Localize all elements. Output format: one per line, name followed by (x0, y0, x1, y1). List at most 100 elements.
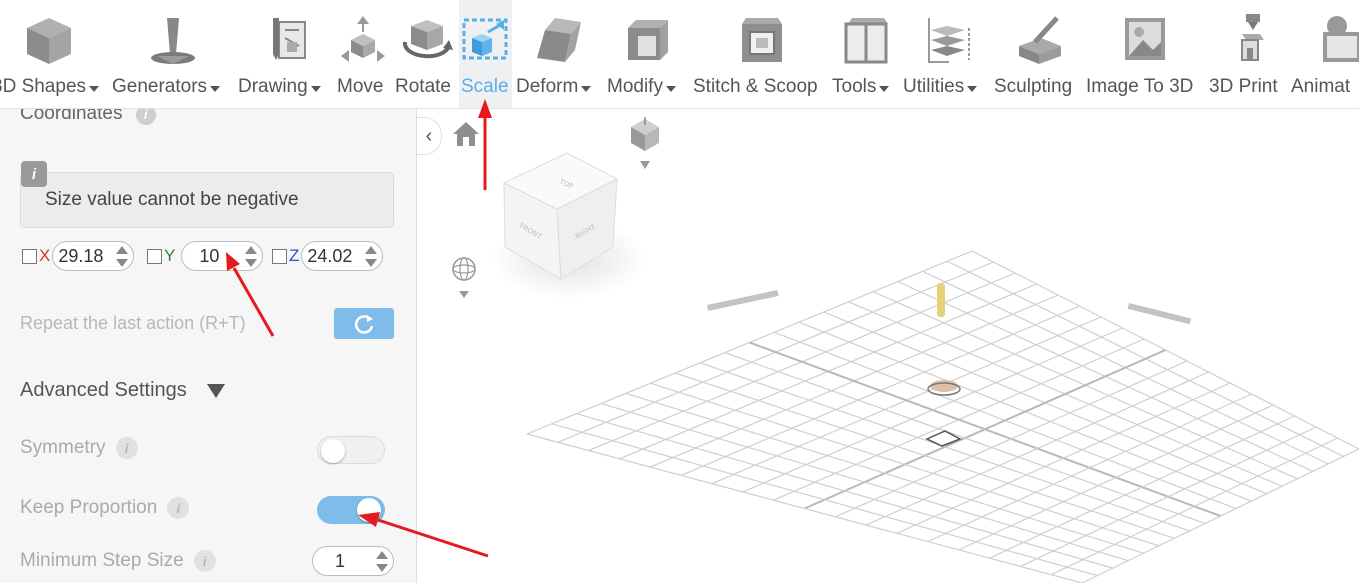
grid-line (1020, 426, 1317, 567)
minimum-step-label: Minimum Step Size (20, 550, 184, 571)
symmetry-setting: Symmetry i (20, 437, 138, 459)
tool-image-to-3d[interactable]: Image To 3D (1086, 0, 1204, 108)
tool-move[interactable]: Move (335, 0, 391, 108)
tool-drawing[interactable]: Drawing (238, 0, 332, 108)
tool-animation[interactable]: Animat (1291, 0, 1359, 108)
tool-scale[interactable]: Scale (459, 0, 512, 108)
tool-3d-shapes[interactable]: 3D Shapes (0, 0, 110, 108)
scale-size-inputs: X 29.18 Y 10 Z 24.02 (22, 240, 402, 272)
coordinates-heading: Coordinates i (20, 109, 156, 125)
caret-down-icon (89, 85, 100, 92)
axis-y-input[interactable]: 10 (181, 241, 264, 271)
tool-label: Rotate (395, 76, 451, 97)
notice-text: Size value cannot be negative (45, 189, 299, 210)
deform-icon (537, 18, 581, 62)
grid-line (1081, 448, 1359, 583)
utilities-icon (928, 18, 970, 63)
tool-label: Sculpting (994, 76, 1073, 97)
tools-icon (844, 18, 888, 64)
tool-label: Stitch & Scoop (693, 76, 818, 97)
drawing-icon (273, 18, 306, 60)
tool-label: 3D Shapes (0, 76, 87, 97)
symmetry-toggle[interactable] (317, 436, 385, 464)
info-icon[interactable]: i (115, 437, 138, 459)
grid-line (625, 392, 1144, 554)
tool-label: Tools (832, 76, 877, 97)
axis-z-label: Z (289, 246, 300, 265)
tool-stitch-scoop[interactable]: Stitch & Scoop (693, 0, 827, 108)
minimum-step-value: 1 (335, 550, 346, 571)
caret-down-icon (581, 85, 592, 92)
tool-modify[interactable]: Modify (607, 0, 689, 108)
axis-x-input[interactable]: 29.18 (52, 241, 135, 271)
tool-generators[interactable]: Generators (112, 0, 234, 108)
caret-down-icon (210, 85, 221, 92)
keep-proportion-toggle[interactable] (317, 496, 385, 524)
tool-label: Utilities (903, 76, 965, 97)
cube-icon (27, 18, 71, 64)
tool-deform[interactable]: Deform (514, 0, 604, 108)
tool-3d-print[interactable]: 3D Print (1207, 0, 1289, 108)
caret-down-icon (879, 85, 890, 92)
ground-grid (526, 250, 1359, 583)
scale-icon (462, 18, 507, 60)
tool-label: Image To 3D (1086, 76, 1194, 97)
tool-label: Modify (607, 76, 663, 97)
3d-print-icon (1241, 14, 1264, 61)
grid-axis-labels (707, 290, 1192, 325)
axis-y-value: 10 (199, 245, 220, 266)
tool-label: Move (337, 76, 384, 97)
tool-sculpting[interactable]: Sculpting (994, 0, 1084, 108)
axis-x-label: X (39, 246, 51, 265)
info-icon[interactable]: i (135, 109, 156, 125)
axis-z-input[interactable]: 24.02 (301, 241, 384, 271)
axis-y-checkbox[interactable] (147, 248, 162, 264)
size-warning-notice: i Size value cannot be negative (20, 161, 394, 228)
tool-label: Deform (516, 76, 579, 97)
grid-line (1050, 437, 1338, 576)
scale-settings-panel: Coordinates i i Size value cannot be neg… (0, 109, 417, 583)
info-icon[interactable]: i (167, 497, 190, 519)
keep-proportion-label: Keep Proportion (20, 497, 158, 518)
stitch-scoop-icon (742, 18, 782, 62)
axis-y-label: Y (164, 246, 176, 265)
tool-tools[interactable]: Tools (832, 0, 900, 108)
grid-line (989, 415, 1295, 559)
axis-z-checkbox[interactable] (272, 248, 287, 264)
move-icon (341, 16, 385, 62)
advanced-settings-toggle[interactable]: Advanced Settings (20, 379, 225, 402)
repeat-last-action-label: Repeat the last action (R+T) (20, 313, 246, 333)
3d-viewport[interactable]: ‹ TOP FRONT RIGHT (417, 109, 1359, 583)
caret-down-icon (967, 85, 978, 92)
keep-proportion-setting: Keep Proportion i (20, 497, 190, 519)
advanced-settings-title: Advanced Settings (20, 379, 187, 401)
minimum-step-input[interactable]: 1 (312, 546, 394, 576)
axis-x-value: 29.18 (58, 245, 104, 266)
sculpting-icon (1019, 16, 1061, 64)
generator-icon (151, 18, 195, 64)
tool-label: Generators (112, 76, 208, 97)
axis-x-checkbox[interactable] (22, 248, 37, 264)
triangle-down-icon (206, 383, 225, 398)
animation-icon (1323, 16, 1359, 62)
axis-x-group: X 29.18 (22, 240, 135, 272)
repeat-action-button[interactable] (334, 308, 394, 339)
tool-utilities[interactable]: Utilities (903, 0, 991, 108)
info-icon[interactable]: i (193, 550, 216, 572)
toggle-knob (321, 439, 345, 463)
refresh-icon (354, 314, 374, 334)
minimum-step-setting: Minimum Step Size i (20, 550, 216, 572)
stepper-arrows-icon[interactable] (365, 246, 378, 268)
tool-rotate[interactable]: Rotate (393, 0, 457, 108)
main-toolbar: 3D Shapes Generators Drawing Move Rotate… (0, 0, 1359, 109)
stepper-arrows-icon[interactable] (116, 246, 129, 268)
axis-z-group: Z 24.02 (272, 240, 384, 272)
stepper-arrows-icon[interactable] (376, 551, 388, 573)
stepper-arrows-icon[interactable] (245, 246, 258, 268)
tool-label: Animat (1291, 76, 1351, 97)
axis-z-value: 24.02 (307, 245, 353, 266)
tool-label: 3D Print (1209, 76, 1278, 97)
toggle-knob (357, 498, 381, 522)
axis-y-group: Y 10 (147, 240, 264, 272)
caret-down-icon (310, 85, 321, 92)
